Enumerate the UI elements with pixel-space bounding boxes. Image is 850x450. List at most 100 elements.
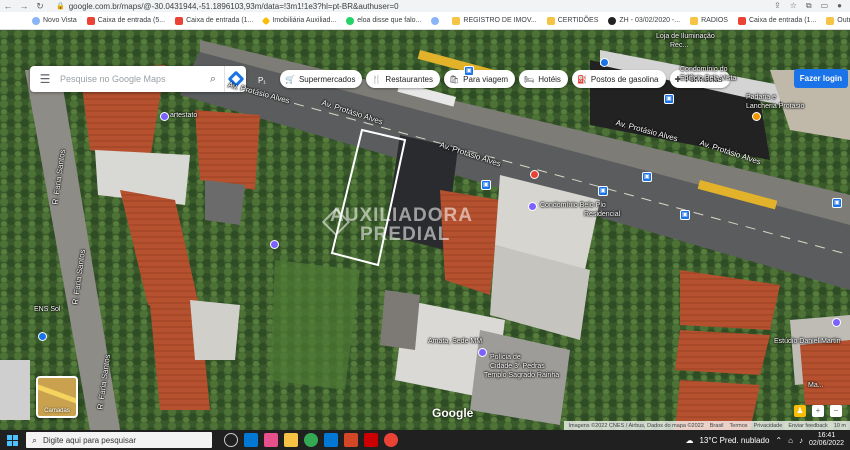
- poi-label[interactable]: Rec...: [670, 42, 688, 49]
- watermark-text: AUXILIADORA: [330, 205, 473, 226]
- forward-icon[interactable]: →: [16, 0, 32, 12]
- food-pin-icon[interactable]: [752, 112, 761, 121]
- building-pin-icon[interactable]: [528, 202, 537, 211]
- poi-label[interactable]: Ma...: [808, 382, 824, 389]
- poi-label[interactable]: Padaria e: [746, 94, 776, 101]
- place-pin-icon[interactable]: [832, 318, 841, 327]
- layers-button[interactable]: Camadas: [36, 376, 78, 418]
- clock[interactable]: 16:41 02/06/2022: [809, 432, 844, 448]
- poi-label[interactable]: Edifício Bela Vista: [680, 75, 736, 82]
- poi-label[interactable]: Condomínio Belo Plo: [540, 202, 606, 209]
- zoom-in-icon[interactable]: +: [812, 405, 824, 417]
- bus-stop-icon[interactable]: ▣: [832, 198, 842, 208]
- task-view-icon[interactable]: [224, 433, 238, 447]
- bookmark-item[interactable]: Caixa de entrada (1...: [737, 16, 816, 25]
- bookmark-item[interactable]: RADIOS: [690, 16, 728, 25]
- weather-text[interactable]: 13°C Pred. nublado: [699, 436, 769, 445]
- poi-label[interactable]: Condomínio do: [680, 66, 727, 73]
- shop-pin-icon[interactable]: [160, 112, 169, 121]
- windows-logo-icon: [6, 434, 18, 446]
- attribution-item[interactable]: Termos: [730, 423, 748, 429]
- bookmark-item[interactable]: Imobiliária Auxiliad...: [262, 16, 336, 25]
- zoom-out-icon[interactable]: −: [830, 405, 842, 417]
- poi-label[interactable]: Templo Sagrado Rainha: [484, 372, 559, 379]
- reload-icon[interactable]: ↻: [32, 0, 48, 12]
- app-icon[interactable]: [244, 433, 258, 447]
- building-pin-icon[interactable]: [478, 348, 487, 357]
- bookmark-item[interactable]: Caixa de entrada (5...: [86, 16, 166, 25]
- bookmark-item[interactable]: Outros fa: [826, 16, 850, 25]
- attribution-item[interactable]: 10 m: [834, 423, 846, 429]
- bookmark-item[interactable]: REGISTRO DE IMOV...: [452, 16, 537, 25]
- school-pin-icon[interactable]: [38, 332, 47, 341]
- chrome-icon[interactable]: [304, 433, 318, 447]
- address-bar[interactable]: 🔒 google.com.br/maps/@-30.0431944,-51.18…: [56, 1, 716, 11]
- app-icon[interactable]: [264, 433, 278, 447]
- poi-label[interactable]: Cidade 3ª Pedras: [490, 363, 545, 370]
- attribution-item[interactable]: Privacidade: [754, 423, 783, 429]
- satellite-map[interactable]: ☰ ⌕ P₁ 🛒Supermercados🍴Restaurantes🛍Para …: [0, 30, 850, 430]
- bus-stop-icon[interactable]: ▣: [642, 172, 652, 182]
- category-chip[interactable]: ⛽ Postos de gasolina: [571, 70, 666, 88]
- tray-arrow-icon[interactable]: ⌃: [775, 436, 782, 445]
- place-pin-icon[interactable]: [600, 58, 609, 67]
- gmail-icon: [175, 16, 184, 25]
- extension-icon[interactable]: ⧉: [806, 1, 812, 11]
- poi-label[interactable]: artestato: [170, 112, 197, 119]
- category-chip[interactable]: 🍴 Restaurantes: [366, 70, 441, 88]
- bookmark-item[interactable]: Novo Vista: [32, 16, 77, 25]
- poi-label[interactable]: Estúdio Daniel Martin: [774, 338, 841, 345]
- bookmark-item[interactable]: [431, 16, 442, 25]
- search-box: ☰ ⌕: [30, 66, 246, 92]
- category-chip-label: Hotéis: [538, 74, 561, 84]
- share-icon[interactable]: ⇪: [774, 1, 781, 11]
- category-chip[interactable]: 🛍 Para viagem: [444, 70, 516, 88]
- poi-label[interactable]: Residencial: [584, 211, 620, 218]
- chrome-icon[interactable]: [384, 433, 398, 447]
- folder-icon: [690, 16, 699, 25]
- attribution-item[interactable]: Brasil: [710, 423, 724, 429]
- bus-stop-icon[interactable]: ▣: [664, 94, 674, 104]
- poi-label[interactable]: Amata, Sede MM: [428, 338, 482, 345]
- poi-label[interactable]: Lancheria Protásio: [746, 103, 804, 110]
- bookmark-item[interactable]: Caixa de entrada (1...: [175, 16, 253, 25]
- category-chip[interactable]: 🛒 Supermercados: [280, 70, 363, 88]
- star-icon[interactable]: ☆: [790, 1, 797, 11]
- watermark-text: PREDIAL: [360, 224, 451, 245]
- search-input[interactable]: [60, 74, 202, 84]
- taskbar-search[interactable]: ⌕ Digite aqui para pesquisar: [26, 432, 212, 448]
- bookmark-item[interactable]: ZH - 03/02/2020 -...: [608, 16, 680, 25]
- place-pin-icon[interactable]: [530, 170, 539, 179]
- bookmark-item[interactable]: eloa disse que falo...: [346, 16, 421, 25]
- place-pin-icon[interactable]: [270, 240, 279, 249]
- google-logo: Google: [432, 406, 474, 420]
- bus-stop-icon[interactable]: ▣: [680, 210, 690, 220]
- poi-label[interactable]: Polícia de: [490, 354, 521, 361]
- volume-icon[interactable]: ♪: [799, 436, 803, 445]
- bookmark-item[interactable]: CERTIDÕES: [546, 16, 598, 25]
- file-explorer-icon[interactable]: [284, 433, 298, 447]
- poi-label[interactable]: Loja de Iluminação: [656, 33, 715, 40]
- bookmark-label: Caixa de entrada (5...: [97, 17, 166, 24]
- profile-icon[interactable]: ●: [837, 1, 842, 11]
- pdf-icon[interactable]: [364, 433, 378, 447]
- menu-icon[interactable]: ☰: [30, 72, 60, 86]
- bus-stop-icon[interactable]: ▣: [598, 186, 608, 196]
- network-icon[interactable]: ⌂: [788, 436, 793, 445]
- attribution-item[interactable]: Enviar feedback: [788, 423, 827, 429]
- bus-stop-icon[interactable]: ▣: [464, 66, 474, 76]
- mail-icon[interactable]: [324, 433, 338, 447]
- bus-stop-icon[interactable]: ▣: [481, 180, 491, 190]
- back-icon[interactable]: ←: [0, 0, 16, 12]
- pegman-icon[interactable]: ♟: [794, 405, 806, 417]
- web-icon: [32, 16, 40, 25]
- powerpoint-icon[interactable]: [344, 433, 358, 447]
- search-icon[interactable]: ⌕: [202, 73, 224, 86]
- start-button[interactable]: [0, 430, 24, 450]
- weather-icon[interactable]: ☁: [685, 436, 693, 445]
- address-url: google.com.br/maps/@-30.0431944,-51.1896…: [68, 1, 399, 11]
- poi-label[interactable]: ENS Sol: [34, 306, 60, 313]
- sidebar-icon[interactable]: ▭: [821, 1, 829, 11]
- login-button[interactable]: Fazer login: [793, 69, 848, 88]
- category-chip[interactable]: 🛏 Hotéis: [519, 70, 568, 88]
